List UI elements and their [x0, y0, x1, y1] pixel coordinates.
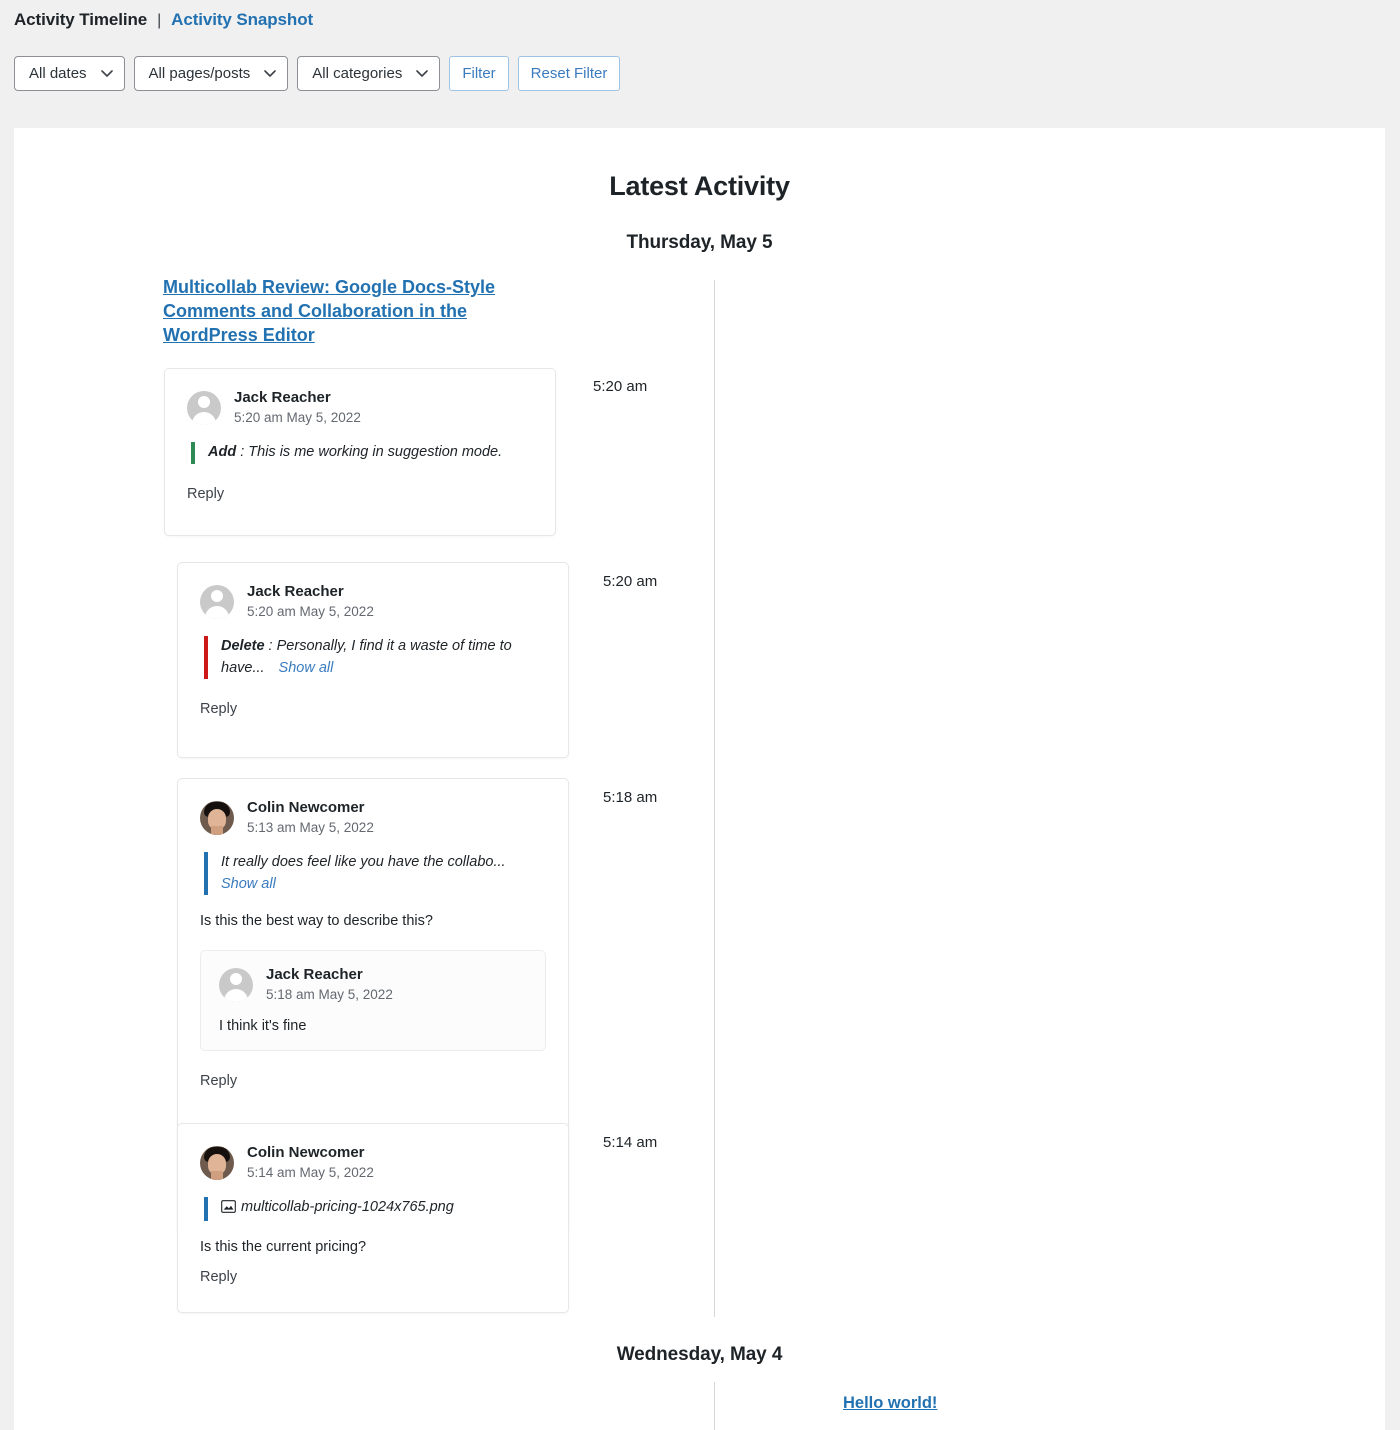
topbar: Activity Timeline | Activity Snapshot Al…	[0, 0, 1400, 91]
page-title-row: Activity Timeline | Activity Snapshot	[14, 10, 1400, 30]
page-title: Activity Timeline	[14, 10, 148, 29]
attachment-quote: multicollab-pricing-1024x765.png	[204, 1196, 546, 1221]
suggestion-text: This is me working in suggestion mode.	[248, 443, 503, 460]
avatar	[219, 967, 253, 1002]
author-timestamp: 5:14 am May 5, 2022	[247, 1164, 374, 1180]
attachment-filename: multicollab-pricing-1024x765.png	[241, 1198, 454, 1215]
entry-time-marker: 5:18 am	[603, 789, 658, 806]
suggestion-label: Add	[208, 443, 237, 460]
avatar	[200, 800, 234, 835]
chevron-down-icon	[416, 70, 429, 77]
comment-body: Is this the current pricing?	[200, 1238, 367, 1255]
card-author-row: Jack Reacher 5:20 am May 5, 2022	[187, 389, 533, 427]
comment-body: Is this the best way to describe this?	[200, 913, 433, 930]
all-dates-label: All dates	[29, 65, 87, 82]
reply-button[interactable]: Reply	[187, 486, 224, 502]
all-pages-posts-select[interactable]: All pages/posts	[133, 56, 289, 91]
day-heading-thursday: Thursday, May 5	[626, 232, 773, 253]
suggestion-separator: :	[264, 637, 277, 654]
card-author-row: Jack Reacher 5:18 am May 5, 2022	[219, 966, 527, 1004]
suggestion-label: Delete	[221, 637, 265, 654]
title-separator: |	[157, 12, 162, 29]
latest-activity-heading: Latest Activity	[609, 171, 790, 201]
all-pages-posts-label: All pages/posts	[148, 65, 251, 82]
reply-button[interactable]: Reply	[200, 701, 237, 717]
author-name: Jack Reacher	[266, 965, 363, 983]
card-author-row: Colin Newcomer 5:13 am May 5, 2022	[200, 799, 546, 837]
nested-reply-card: Jack Reacher 5:18 am May 5, 2022 I think…	[200, 949, 546, 1052]
reply-button[interactable]: Reply	[200, 1073, 237, 1089]
card-author-row: Colin Newcomer 5:14 am May 5, 2022	[200, 1144, 546, 1182]
comment-body: I think it's fine	[219, 1017, 307, 1034]
timeline-axis	[714, 1382, 715, 1430]
hello-world-link[interactable]: Hello world!	[843, 1394, 937, 1413]
suggestion-quote: Add : This is me working in suggestion m…	[191, 441, 533, 464]
activity-card: Colin Newcomer 5:14 am May 5, 2022 multi…	[177, 1123, 569, 1313]
show-all-link[interactable]: Show all	[221, 874, 546, 896]
all-categories-select[interactable]: All categories	[297, 56, 441, 91]
author-name: Colin Newcomer	[247, 799, 365, 816]
avatar	[187, 390, 221, 425]
chevron-down-icon	[264, 70, 277, 77]
filter-bar: All dates All pages/posts All categories…	[14, 56, 1400, 91]
author-timestamp: 5:20 am May 5, 2022	[247, 603, 374, 619]
author-timestamp: 5:13 am May 5, 2022	[247, 819, 374, 835]
author-timestamp: 5:20 am May 5, 2022	[234, 409, 361, 425]
all-categories-label: All categories	[312, 65, 403, 82]
author-name: Colin Newcomer	[247, 1144, 365, 1161]
author-name: Jack Reacher	[234, 389, 331, 406]
reply-button[interactable]: Reply	[200, 1269, 237, 1285]
card-author-row: Jack Reacher 5:20 am May 5, 2022	[200, 583, 546, 621]
timeline-axis	[714, 280, 715, 1317]
suggestion-separator: :	[236, 443, 249, 460]
all-dates-select[interactable]: All dates	[14, 56, 125, 91]
author-timestamp: 5:18 am May 5, 2022	[266, 986, 393, 1002]
activity-snapshot-link[interactable]: Activity Snapshot	[171, 10, 313, 30]
activity-card: Jack Reacher 5:20 am May 5, 2022 Delete …	[177, 562, 569, 758]
day-heading-wednesday: Wednesday, May 4	[616, 1344, 783, 1365]
avatar	[200, 584, 234, 619]
activity-timeline-page: Activity Timeline | Activity Snapshot Al…	[0, 0, 1400, 1430]
post-title-link[interactable]: Multicollab Review: Google Docs-Style Co…	[163, 276, 513, 347]
avatar	[200, 1145, 234, 1180]
comment-quote-text: It really does feel like you have the co…	[221, 853, 506, 870]
author-name: Jack Reacher	[247, 583, 344, 600]
reset-filter-button[interactable]: Reset Filter	[517, 56, 621, 91]
image-icon	[221, 1199, 236, 1221]
filter-button[interactable]: Filter	[449, 56, 509, 91]
activity-card: Jack Reacher 5:20 am May 5, 2022 Add : T…	[164, 368, 556, 536]
chevron-down-icon	[100, 70, 113, 77]
suggestion-quote: Delete : Personally, I find it a waste o…	[204, 635, 546, 680]
comment-quote: It really does feel like you have the co…	[204, 851, 546, 896]
entry-time-marker: 5:20 am	[603, 573, 658, 590]
entry-time-marker: 5:20 am	[593, 378, 648, 395]
activity-panel: Latest Activity Thursday, May 5 Multicol…	[14, 128, 1385, 1430]
entry-time-marker: 5:14 am	[603, 1134, 658, 1151]
show-all-link[interactable]: Show all	[279, 660, 334, 676]
